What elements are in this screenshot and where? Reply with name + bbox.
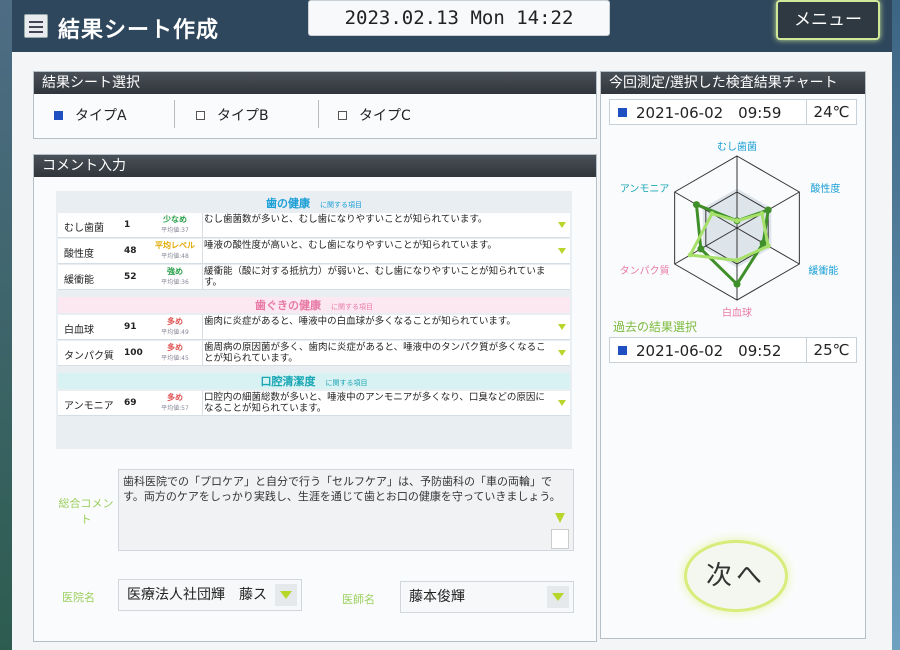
table-row[interactable]: むし歯菌 1 少なめ 平均値:37 むし歯菌数が多いと、むし歯になりやすいことが知… <box>58 213 570 238</box>
radar-point <box>734 257 740 263</box>
table-row[interactable]: 酸性度 48 平均レベル 平均値:48 唾液の酸性度が高いと、むし歯になりやすいこ… <box>58 239 570 264</box>
radar-axis-label: タンパク質 <box>620 264 670 277</box>
scroll-thumb[interactable] <box>551 529 569 549</box>
dropdown-arrow-icon[interactable] <box>558 324 566 330</box>
type-b-option[interactable]: タイプB <box>196 105 269 125</box>
scroll-down-icon[interactable] <box>555 513 565 523</box>
type-select-panel: 結果シート選択 タイプA タイプB タイプC <box>33 71 597 139</box>
comment-heading: コメント入力 <box>34 155 596 177</box>
checkbox-icon[interactable] <box>618 346 627 355</box>
background-right <box>892 0 900 650</box>
past-result-row[interactable]: 2021-06-02 09:52 25℃ <box>609 337 857 363</box>
radar-point <box>692 201 700 209</box>
radar-chart: むし歯菌酸性度緩衝能白血球 タンパク質 アンモニア <box>620 140 841 319</box>
table-row[interactable]: 白血球 91 多め 平均値:49 歯肉に炎症があると、唾液中の白血球が多くなること… <box>58 315 570 340</box>
radar-axis-label: 酸性度 <box>810 182 840 195</box>
total-comment-field[interactable]: 歯科医院での「プロケア」と自分で行う「セルフケア」は、予防歯科の「車の両輪」です… <box>118 469 574 551</box>
next-button[interactable]: 次へ <box>684 540 788 612</box>
background-left <box>0 0 12 650</box>
divider <box>174 100 175 128</box>
radar-axis-label: 緩衝能 <box>808 264 838 277</box>
radar-point <box>687 252 693 258</box>
type-a-option[interactable]: タイプA <box>54 105 127 125</box>
radar-point <box>697 245 705 253</box>
table-row[interactable]: アンモニア 69 多め 平均値:57 口腔内の細菌総数が多いと、唾液中のアンモニア… <box>58 391 570 416</box>
chevron-down-icon[interactable] <box>547 586 569 608</box>
radar-axis-label: アンモニア <box>620 184 670 195</box>
doctor-select[interactable]: 藤本俊輝 <box>400 581 574 613</box>
past-results-label: 過去の結果選択 <box>613 320 698 334</box>
datetime-display: 2023.02.13 Mon 14:22 <box>308 0 610 36</box>
table-row[interactable]: タンパク質 100 多め 平均値:45 歯周病の原因菌が多く、歯肉に炎症があると、… <box>58 341 570 366</box>
type-c-option[interactable]: タイプC <box>338 105 411 125</box>
category-title-gums: 歯ぐきの健康 に関する項目 <box>58 297 570 313</box>
table-row[interactable]: 緩衝能 52 強め 平均値:36 緩衝能（酸に対する抵抗力）が弱いと、むし歯になり… <box>58 265 570 290</box>
radar-point <box>765 243 771 249</box>
radar-axis-label: むし歯菌 <box>717 140 757 153</box>
checkbox-icon[interactable] <box>196 110 205 120</box>
category-title-cleanliness: 口腔清潔度 に関する項目 <box>58 373 570 389</box>
type-options: タイプA タイプB タイプC <box>34 94 596 134</box>
radar-point <box>733 280 741 288</box>
chevron-down-icon[interactable] <box>275 584 297 606</box>
comment-table: 歯の健康 に関する項目 むし歯菌 1 少なめ 平均値:37 むし歯菌数が多いと、むし… <box>34 177 596 449</box>
current-result-row[interactable]: 2021-06-02 09:59 24℃ <box>609 99 857 125</box>
total-comment-label: 総合コメント <box>58 497 114 526</box>
clinic-select[interactable]: 医療法人社団輝 藤ス <box>118 579 302 611</box>
hamburger-icon[interactable] <box>24 14 48 38</box>
doctor-label: 医師名 <box>342 593 375 606</box>
comment-panel: コメント入力 歯の健康 に関する項目 むし歯菌 1 少なめ 平均値:37 むし歯菌数… <box>33 154 597 642</box>
clinic-label: 医院名 <box>62 591 95 604</box>
category-title-teeth: 歯の健康 に関する項目 <box>266 197 362 210</box>
checkbox-icon[interactable] <box>338 110 347 120</box>
divider <box>318 100 319 128</box>
dropdown-arrow-icon[interactable] <box>558 222 566 228</box>
menu-button[interactable]: メニュー <box>776 0 880 40</box>
checkbox-icon[interactable] <box>54 110 63 120</box>
checkbox-icon[interactable] <box>618 108 627 117</box>
chart-heading: 今回測定/選択した検査結果チャート <box>601 72 865 94</box>
header-bar: 結果シート作成 2023.02.13 Mon 14:22 メニュー <box>12 0 892 52</box>
radar-point <box>709 211 715 217</box>
dropdown-arrow-icon[interactable] <box>558 248 566 254</box>
radar-point <box>764 206 772 214</box>
radar-point <box>734 218 740 224</box>
dropdown-arrow-icon[interactable] <box>558 350 566 356</box>
page-title: 結果シート作成 <box>58 18 220 43</box>
dropdown-arrow-icon[interactable] <box>558 400 566 406</box>
type-select-heading: 結果シート選択 <box>34 72 596 94</box>
radar-axis-label: 白血球 <box>722 306 752 319</box>
radar-point <box>759 211 765 217</box>
